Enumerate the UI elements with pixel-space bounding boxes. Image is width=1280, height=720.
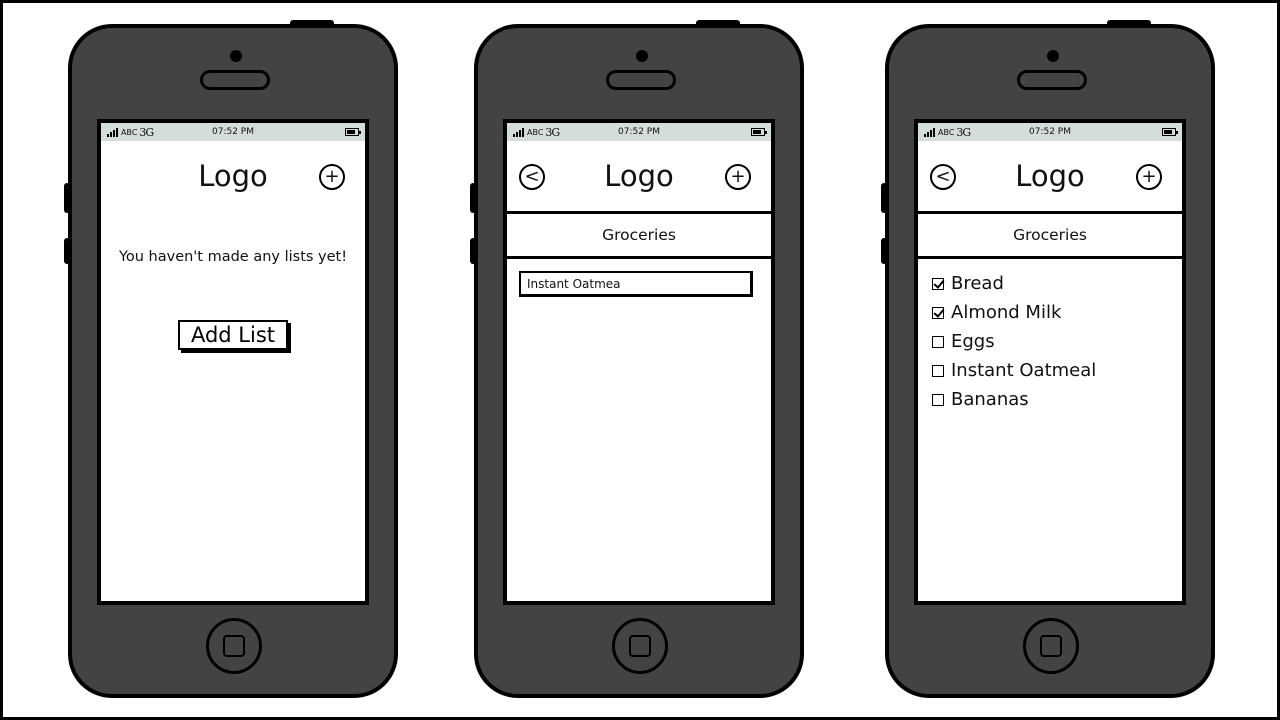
checkbox-checked[interactable]: [932, 306, 944, 319]
nav-bar: < Logo +: [507, 141, 771, 211]
screen: ABC 3G 07:52 PM < Logo + Groceries: [503, 119, 775, 605]
phone-list-view: ABC 3G 07:52 PM < Logo + Groceries Bread…: [881, 20, 1215, 698]
add-circle-icon[interactable]: +: [725, 164, 751, 190]
logo: Logo: [1015, 159, 1085, 193]
nav-bar: < Logo +: [918, 141, 1182, 211]
volume-up-button: [881, 183, 887, 213]
home-button-icon[interactable]: [206, 618, 262, 674]
status-bar: ABC 3G 07:52 PM: [101, 123, 365, 141]
battery-icon: [751, 128, 767, 136]
speaker-icon: [1017, 70, 1087, 90]
phone-empty-state: ABC 3G 07:52 PM Logo + You haven't made …: [64, 20, 398, 698]
power-button: [290, 20, 334, 26]
status-bar: ABC 3G 07:52 PM: [918, 123, 1182, 141]
battery-icon: [345, 128, 361, 136]
camera-icon: [1047, 50, 1059, 62]
status-time: 07:52 PM: [618, 127, 660, 137]
list-title: Groceries: [507, 211, 771, 259]
back-circle-icon[interactable]: <: [930, 164, 956, 190]
camera-icon: [230, 50, 242, 62]
checklist-item[interactable]: Instant Oatmeal: [932, 356, 1182, 385]
volume-down-button: [881, 238, 887, 264]
volume-down-button: [64, 238, 70, 264]
checklist-item[interactable]: Almond Milk: [932, 298, 1182, 327]
power-button: [696, 20, 740, 26]
home-button-icon[interactable]: [612, 618, 668, 674]
screen: ABC 3G 07:52 PM Logo + You haven't made …: [97, 119, 369, 605]
item-label: Eggs: [951, 331, 995, 352]
grocery-checklist: Bread Almond Milk Eggs Instant Oatmeal B…: [918, 259, 1182, 414]
home-button-icon[interactable]: [1023, 618, 1079, 674]
checkbox[interactable]: [932, 335, 944, 348]
empty-state-message: You haven't made any lists yet!: [118, 249, 348, 265]
checklist-item[interactable]: Bread: [932, 269, 1182, 298]
status-bar: ABC 3G 07:52 PM: [507, 123, 771, 141]
list-title: Groceries: [918, 211, 1182, 259]
checkbox[interactable]: [932, 393, 944, 406]
add-circle-icon[interactable]: +: [319, 164, 345, 190]
status-time: 07:52 PM: [1029, 127, 1071, 137]
new-item-input[interactable]: [519, 271, 753, 297]
item-label: Bananas: [951, 389, 1029, 410]
screen: ABC 3G 07:52 PM < Logo + Groceries Bread…: [914, 119, 1186, 605]
checkbox-checked[interactable]: [932, 277, 944, 290]
add-list-button[interactable]: Add List: [178, 320, 288, 350]
camera-icon: [636, 50, 648, 62]
back-circle-icon[interactable]: <: [519, 164, 545, 190]
item-label: Instant Oatmeal: [951, 360, 1097, 381]
checkbox[interactable]: [932, 364, 944, 377]
item-label: Almond Milk: [951, 302, 1062, 323]
checklist-item[interactable]: Eggs: [932, 327, 1182, 356]
volume-up-button: [470, 183, 476, 213]
volume-down-button: [470, 238, 476, 264]
add-circle-icon[interactable]: +: [1136, 164, 1162, 190]
item-label: Bread: [951, 273, 1004, 294]
status-time: 07:52 PM: [212, 127, 254, 137]
checklist-item[interactable]: Bananas: [932, 385, 1182, 414]
nav-bar: Logo +: [101, 141, 365, 211]
speaker-icon: [200, 70, 270, 90]
volume-up-button: [64, 183, 70, 213]
phone-add-item: ABC 3G 07:52 PM < Logo + Groceries: [470, 20, 804, 698]
battery-icon: [1162, 128, 1178, 136]
power-button: [1107, 20, 1151, 26]
logo: Logo: [198, 159, 268, 193]
logo: Logo: [604, 159, 674, 193]
speaker-icon: [606, 70, 676, 90]
